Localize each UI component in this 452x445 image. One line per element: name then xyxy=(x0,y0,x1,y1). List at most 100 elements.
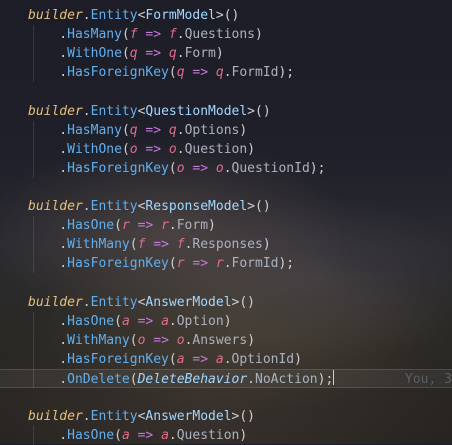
code-text: .HasForeignKey(q => q.FormId); xyxy=(28,63,294,82)
code-token: ( xyxy=(129,237,138,253)
code-line[interactable] xyxy=(0,178,452,197)
code-token: builder xyxy=(28,409,83,425)
code-token: => xyxy=(137,27,169,43)
code-line[interactable]: .HasOne(r => r.Form) xyxy=(0,216,452,235)
code-token: Question xyxy=(184,141,248,157)
code-token: => xyxy=(137,141,169,157)
code-token: Form xyxy=(184,46,216,62)
code-line[interactable]: .HasForeignKey(o => o.QuestionId); xyxy=(0,159,452,178)
code-token: HasOne xyxy=(67,428,115,444)
code-line[interactable]: .HasOne(a => a.Question) xyxy=(0,426,452,445)
code-token: q xyxy=(129,46,138,62)
code-token: ( xyxy=(168,65,177,81)
code-text: builder.Entity<QuestionModel>() xyxy=(28,102,271,121)
code-token: ) xyxy=(223,313,232,329)
code-token: HasMany xyxy=(67,122,122,138)
code-token: o xyxy=(215,160,224,176)
code-token: ) xyxy=(255,27,263,43)
code-token: HasOne xyxy=(67,218,115,234)
code-token: a xyxy=(215,351,224,367)
code-text: .WithMany(o => o.Answers) xyxy=(28,331,255,350)
code-token: ( xyxy=(121,27,130,43)
code-token: Entity xyxy=(90,103,138,119)
code-token: HasForeignKey xyxy=(67,160,169,176)
code-token: WithMany xyxy=(67,237,130,253)
code-line[interactable] xyxy=(0,388,452,407)
code-token: ); xyxy=(317,371,334,387)
code-line[interactable]: builder.Entity<QuestionModel>() xyxy=(0,102,452,121)
code-token: builder xyxy=(28,103,83,119)
code-line[interactable]: builder.Entity<ResponseModel>() xyxy=(0,197,452,216)
code-token: => xyxy=(137,122,169,138)
code-token: f xyxy=(168,27,177,43)
code-token: HasForeignKey xyxy=(67,65,169,81)
code-token: Options xyxy=(184,122,240,138)
code-token: ) xyxy=(262,237,271,253)
code-text: builder.Entity<AnswerModel>() xyxy=(28,407,255,426)
code-token: . xyxy=(28,65,68,81)
code-line[interactable]: .HasMany(f => f.Questions) xyxy=(0,25,452,44)
code-token: ) xyxy=(215,46,224,62)
code-token: a xyxy=(121,313,130,329)
code-line[interactable]: builder.Entity<AnswerModel>() xyxy=(0,407,452,426)
code-token: . xyxy=(28,141,68,157)
code-token: Questions xyxy=(184,27,256,43)
code-token: HasMany xyxy=(67,27,122,43)
code-token: . xyxy=(82,199,91,214)
code-token: . xyxy=(223,160,232,176)
code-token: NoAction xyxy=(255,371,318,387)
code-line[interactable]: .HasMany(q => q.Options) xyxy=(0,121,452,140)
code-token: AnswerModel xyxy=(145,409,232,425)
code-token: >() xyxy=(231,294,255,310)
code-token: . xyxy=(168,428,177,444)
code-token: . xyxy=(168,218,177,234)
code-text: .WithMany(f => f.Responses) xyxy=(28,235,271,254)
code-token: . xyxy=(28,256,68,272)
code-token: ( xyxy=(168,256,177,272)
code-token: ) xyxy=(239,428,248,444)
code-line[interactable] xyxy=(0,82,452,101)
code-text: .HasOne(a => a.Option) xyxy=(28,312,232,331)
code-token: ResponseModel xyxy=(145,199,248,214)
code-line[interactable]: .WithMany(f => f.Responses) xyxy=(0,235,452,254)
code-line[interactable]: .WithOne(q => q.Form) xyxy=(0,44,452,63)
code-token: . xyxy=(28,313,68,329)
code-token: Answers xyxy=(192,332,248,348)
code-text: .HasForeignKey(a => a.OptionId) xyxy=(28,350,302,369)
code-token: => xyxy=(129,428,162,444)
code-line[interactable]: .WithOne(o => o.Question) xyxy=(0,140,452,159)
code-text: .HasForeignKey(r => r.FormId); xyxy=(28,254,294,273)
code-text: .HasMany(q => q.Options) xyxy=(28,121,247,140)
code-token: f xyxy=(176,237,185,253)
code-line[interactable]: .HasForeignKey(r => r.FormId); xyxy=(0,254,452,273)
code-line[interactable] xyxy=(0,273,452,292)
code-token: ) xyxy=(239,122,248,138)
code-line[interactable]: .HasForeignKey(a => a.OptionId) xyxy=(0,350,452,369)
code-token: ( xyxy=(168,351,177,367)
current-code-line[interactable]: .OnDelete(DeleteBehavior.NoAction); You, … xyxy=(0,368,452,388)
code-token: WithMany xyxy=(67,332,130,348)
code-token: . xyxy=(223,351,232,367)
code-token: ) xyxy=(247,332,256,348)
code-token: . xyxy=(223,256,232,272)
code-token: ); xyxy=(278,65,295,81)
code-text: .WithOne(o => o.Question) xyxy=(28,140,255,159)
code-line[interactable]: .HasOne(a => a.Option) xyxy=(0,312,452,331)
code-token: . xyxy=(176,46,185,62)
code-text: .HasOne(a => a.Question) xyxy=(28,426,247,445)
code-token: Entity xyxy=(90,8,138,23)
code-token: q xyxy=(168,46,177,62)
code-line[interactable]: .WithMany(o => o.Answers) xyxy=(0,331,452,350)
code-token: >() xyxy=(247,199,271,214)
code-token: HasForeignKey xyxy=(67,351,169,367)
text-cursor xyxy=(333,369,335,385)
code-token: . xyxy=(28,27,68,43)
code-line[interactable]: builder.Entity<FormModel>() xyxy=(0,6,452,25)
code-line[interactable]: .HasForeignKey(q => q.FormId); xyxy=(0,63,452,82)
code-token: ( xyxy=(114,313,122,329)
code-token: ); xyxy=(278,256,295,272)
code-token: DeleteBehavior xyxy=(137,371,248,387)
code-editor[interactable]: builder.Entity<FormModel>() .HasMany(f =… xyxy=(0,0,452,445)
code-line[interactable]: builder.Entity<AnswerModel>() xyxy=(0,293,452,312)
code-token: o xyxy=(168,141,177,157)
